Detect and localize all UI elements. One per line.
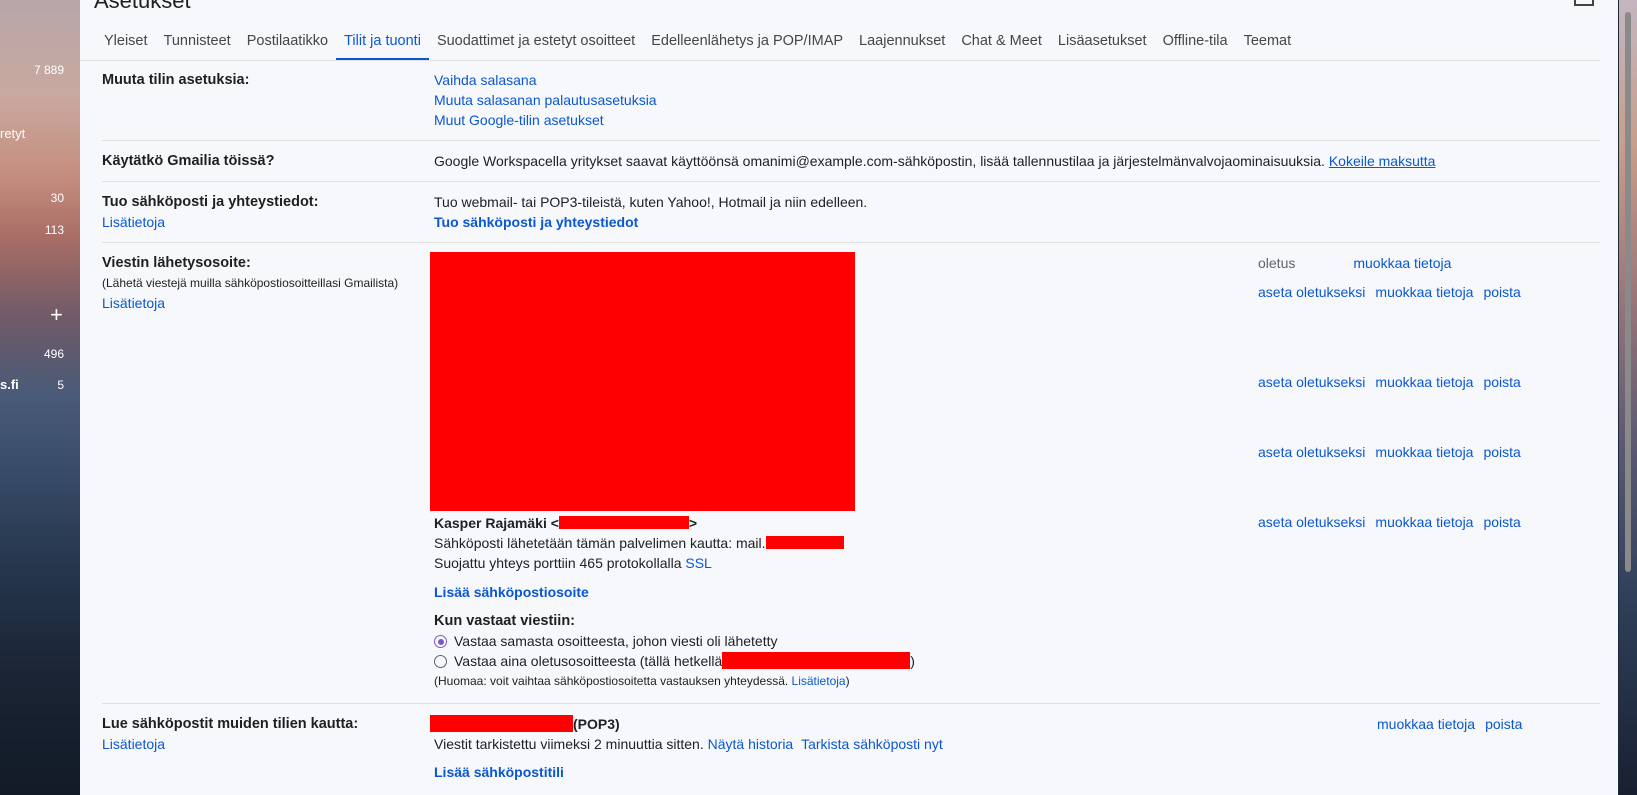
redacted-email xyxy=(558,516,689,529)
nav-count[interactable]: 496 xyxy=(44,347,64,361)
nav-count[interactable]: 5 xyxy=(57,378,64,392)
settings-tabs: Yleiset Tunnisteet Postilaatikko Tilit j… xyxy=(96,22,1299,60)
tab-labels[interactable]: Tunnisteet xyxy=(156,22,239,60)
set-default-link[interactable]: aseta oletukseksi xyxy=(1258,514,1365,530)
address-actions: aseta oletukseksi muokkaa tietoja poista xyxy=(1258,512,1531,532)
edit-link[interactable]: muokkaa tietoja xyxy=(1375,444,1473,460)
send-as-row: Viestin lähetysosoite: (Lähetä viestejä … xyxy=(102,243,1600,704)
account-actions: muokkaa tietoja poista xyxy=(1377,714,1532,734)
reply-option-label: Vastaa aina oletusosoitteesta (tällä het… xyxy=(454,653,723,669)
scrollbar[interactable] xyxy=(1625,12,1631,572)
status-text: Viestit tarkistettu viimeksi 2 minuuttia… xyxy=(434,736,704,752)
address-actions: aseta oletukseksi muokkaa tietoja poista xyxy=(1258,372,1531,392)
row-label: Viestin lähetysosoite: xyxy=(102,255,251,271)
secure-text: Suojattu yhteys porttiin 465 protokollal… xyxy=(434,555,682,571)
ssl-link[interactable]: SSL xyxy=(685,555,711,571)
settings-panel: Asetukset Yleiset Tunnisteet Postilaatik… xyxy=(80,0,1618,795)
learn-more-link[interactable]: Lisätietoja xyxy=(102,293,432,313)
row-sublabel: (Lähetä viestejä muilla sähköpostiosoitt… xyxy=(102,276,399,290)
nav-label[interactable]: s.fi xyxy=(0,377,19,392)
set-default-link[interactable]: aseta oletukseksi xyxy=(1258,444,1365,460)
delete-link[interactable]: poista xyxy=(1485,716,1522,732)
right-edge xyxy=(1619,0,1637,795)
google-account-link[interactable]: Muut Google-tilin asetukset xyxy=(434,110,657,130)
set-default-link[interactable]: aseta oletukseksi xyxy=(1258,374,1365,390)
sender-name: Kasper Rajamäki < xyxy=(434,515,559,531)
add-address-link[interactable]: Lisää sähköpostiosoite xyxy=(434,582,915,602)
change-account-row: Muuta tilin asetuksia: Vaihda salasana M… xyxy=(102,70,1600,141)
nav-count[interactable]: 7 889 xyxy=(34,63,64,77)
import-mail-link[interactable]: Tuo sähköposti ja yhteystiedot xyxy=(434,212,867,232)
check-now-link[interactable]: Tarkista sähköposti nyt xyxy=(801,736,943,752)
delete-link[interactable]: poista xyxy=(1483,514,1520,530)
tab-addons[interactable]: Laajennukset xyxy=(851,22,953,60)
redacted-block xyxy=(430,252,855,511)
default-label: oletus xyxy=(1258,255,1296,271)
edit-link[interactable]: muokkaa tietoja xyxy=(1353,255,1451,271)
add-label-icon[interactable]: + xyxy=(50,302,63,328)
recovery-settings-link[interactable]: Muuta salasanan palautusasetuksia xyxy=(434,90,657,110)
check-mail-row: Lue sähköpostit muiden tilien kautta: Li… xyxy=(102,704,1600,795)
note-text: (Huomaa: voit vaihtaa sähköpostiosoitett… xyxy=(434,674,789,688)
tab-advanced[interactable]: Lisäasetukset xyxy=(1050,22,1155,60)
import-row: Tuo sähköposti ja yhteystiedot: Lisätiet… xyxy=(102,182,1600,243)
tab-accounts-import[interactable]: Tilit ja tuonti xyxy=(336,22,429,60)
learn-more-link[interactable]: Lisätietoja xyxy=(102,212,432,232)
history-link[interactable]: Näytä historia xyxy=(708,736,794,752)
address-actions: aseta oletukseksi muokkaa tietoja poista xyxy=(1258,442,1531,462)
tab-themes[interactable]: Teemat xyxy=(1236,22,1300,60)
redacted-default xyxy=(722,652,911,669)
tab-filters[interactable]: Suodattimet ja estetyt osoitteet xyxy=(429,22,643,60)
add-account-link[interactable]: Lisää sähköpostitili xyxy=(430,762,943,782)
edit-link[interactable]: muokkaa tietoja xyxy=(1375,374,1473,390)
redacted-server xyxy=(765,536,844,549)
edit-link[interactable]: muokkaa tietoja xyxy=(1375,514,1473,530)
tab-inbox[interactable]: Postilaatikko xyxy=(239,22,336,60)
nav-count[interactable]: 113 xyxy=(45,223,64,237)
reply-option-end: ) xyxy=(910,653,915,669)
address-actions-default: oletus muokkaa tietoja xyxy=(1258,253,1461,273)
delete-link[interactable]: poista xyxy=(1483,444,1520,460)
protocol-label: (POP3) xyxy=(573,716,620,732)
tab-general[interactable]: Yleiset xyxy=(96,22,156,60)
import-text: Tuo webmail- tai POP3-tileistä, kuten Ya… xyxy=(434,194,868,210)
tab-offline[interactable]: Offline-tila xyxy=(1155,22,1236,60)
left-nav: 7 889 retyt 30 113 + 496 s.fi 5 xyxy=(0,0,80,795)
address-actions: aseta oletukseksi muokkaa tietoja poista xyxy=(1258,282,1531,302)
set-default-link[interactable]: aseta oletukseksi xyxy=(1258,284,1365,300)
edit-link[interactable]: muokkaa tietoja xyxy=(1375,284,1473,300)
delete-link[interactable]: poista xyxy=(1483,284,1520,300)
row-label: Muuta tilin asetuksia: xyxy=(102,72,250,88)
tab-chat-meet[interactable]: Chat & Meet xyxy=(953,22,1050,60)
reply-label: Kun vastaat viestiin: xyxy=(434,613,576,629)
reply-option-label: Vastaa samasta osoitteesta, johon viesti… xyxy=(454,633,778,649)
reply-option-same[interactable]: Vastaa samasta osoitteesta, johon viesti… xyxy=(434,631,915,651)
tabs-divider xyxy=(80,60,1600,61)
try-free-link[interactable]: Kokeile maksutta xyxy=(1329,153,1436,169)
radio-selected[interactable] xyxy=(434,635,447,648)
note-end: ) xyxy=(845,674,850,688)
keyboard-icon[interactable] xyxy=(1574,0,1594,6)
sender-name-end: > xyxy=(688,515,698,531)
page-title: Asetukset xyxy=(94,0,191,13)
work-row: Käytätkö Gmailia töissä? Google Workspac… xyxy=(102,141,1600,182)
radio-unselected[interactable] xyxy=(434,655,447,668)
smtp-text: Sähköposti lähetetään tämän palvelimen k… xyxy=(434,535,766,551)
edit-link[interactable]: muokkaa tietoja xyxy=(1377,716,1475,732)
row-label: Lue sähköpostit muiden tilien kautta: xyxy=(102,716,359,732)
tab-forwarding[interactable]: Edelleenlähetys ja POP/IMAP xyxy=(643,22,851,60)
redacted-account xyxy=(430,715,573,732)
nav-count[interactable]: 30 xyxy=(51,191,64,205)
learn-more-link[interactable]: Lisätietoja xyxy=(102,734,432,754)
note-link[interactable]: Lisätietoja xyxy=(792,674,846,688)
delete-link[interactable]: poista xyxy=(1483,374,1520,390)
reply-option-default[interactable]: Vastaa aina oletusosoitteesta (tällä het… xyxy=(434,651,915,671)
row-label: Käytätkö Gmailia töissä? xyxy=(102,153,275,169)
work-text: Google Workspacella yritykset saavat käy… xyxy=(434,153,1325,169)
nav-label[interactable]: retyt xyxy=(0,126,25,141)
change-password-link[interactable]: Vaihda salasana xyxy=(434,70,657,90)
row-label: Tuo sähköposti ja yhteystiedot: xyxy=(102,194,319,210)
